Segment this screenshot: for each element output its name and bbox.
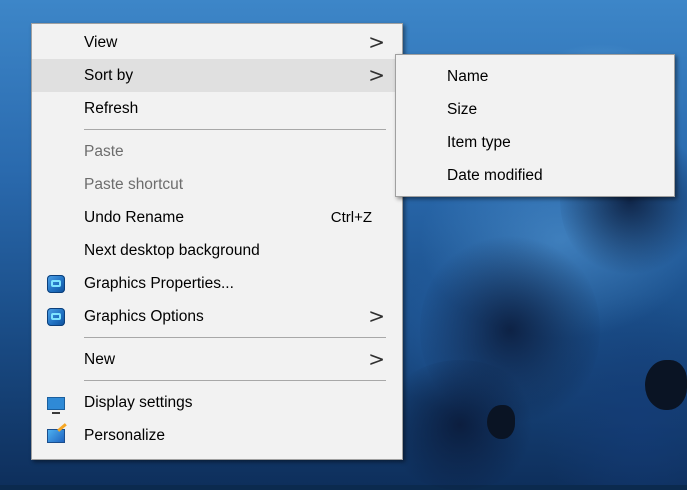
menu-item-view[interactable]: View > bbox=[32, 26, 402, 59]
menu-separator bbox=[84, 337, 386, 338]
menu-item-sort-by[interactable]: Sort by > bbox=[32, 59, 402, 92]
menu-item-label: Sort by bbox=[84, 67, 134, 84]
menu-item-display-settings[interactable]: Display settings bbox=[32, 386, 402, 419]
menu-item-label: Next desktop background bbox=[84, 242, 260, 259]
graphics-icon bbox=[47, 275, 65, 293]
menu-item-label: View bbox=[84, 34, 118, 51]
graphics-icon bbox=[47, 308, 65, 326]
menu-item-label: Personalize bbox=[84, 427, 165, 444]
sort-option-name[interactable]: Name bbox=[396, 60, 674, 93]
menu-item-personalize[interactable]: Personalize bbox=[32, 419, 402, 452]
menu-item-label: Paste shortcut bbox=[84, 176, 184, 193]
sort-by-submenu: Name Size Item type Date modified bbox=[395, 54, 675, 197]
chevron-right-icon: > bbox=[368, 30, 385, 54]
chevron-right-icon: > bbox=[368, 304, 385, 328]
menu-item-label: Refresh bbox=[84, 100, 139, 117]
menu-item-refresh[interactable]: Refresh bbox=[32, 92, 402, 125]
display-icon bbox=[47, 397, 65, 414]
shortcut-label: Ctrl+Z bbox=[330, 209, 372, 226]
menu-item-paste[interactable]: Paste bbox=[32, 135, 402, 168]
chevron-right-icon: > bbox=[368, 347, 385, 371]
menu-item-paste-shortcut[interactable]: Paste shortcut bbox=[32, 168, 402, 201]
menu-item-undo-rename[interactable]: Undo Rename Ctrl+Z bbox=[32, 201, 402, 234]
sort-option-size[interactable]: Size bbox=[396, 93, 674, 126]
menu-item-new[interactable]: New > bbox=[32, 343, 402, 376]
menu-item-label: Graphics Properties... bbox=[84, 275, 234, 292]
sort-option-date-modified[interactable]: Date modified bbox=[396, 159, 674, 192]
sort-option-item-type[interactable]: Item type bbox=[396, 126, 674, 159]
menu-item-graphics-options[interactable]: Graphics Options > bbox=[32, 300, 402, 333]
desktop-context-menu: View > Sort by > Refresh Paste Paste sho… bbox=[31, 23, 403, 460]
wallpaper-fish bbox=[645, 360, 687, 410]
wallpaper-coral bbox=[380, 360, 540, 490]
menu-item-label: Undo Rename bbox=[84, 209, 184, 226]
menu-item-label: New bbox=[84, 351, 116, 368]
menu-item-label: Paste bbox=[84, 143, 124, 160]
menu-item-label: Graphics Options bbox=[84, 308, 204, 325]
menu-separator bbox=[84, 129, 386, 130]
chevron-right-icon: > bbox=[368, 63, 385, 87]
menu-separator bbox=[84, 380, 386, 381]
menu-item-next-desktop-background[interactable]: Next desktop background bbox=[32, 234, 402, 267]
wallpaper-fish bbox=[487, 405, 515, 439]
personalize-icon bbox=[47, 429, 65, 443]
menu-item-graphics-properties[interactable]: Graphics Properties... bbox=[32, 267, 402, 300]
menu-item-label: Display settings bbox=[84, 394, 193, 411]
